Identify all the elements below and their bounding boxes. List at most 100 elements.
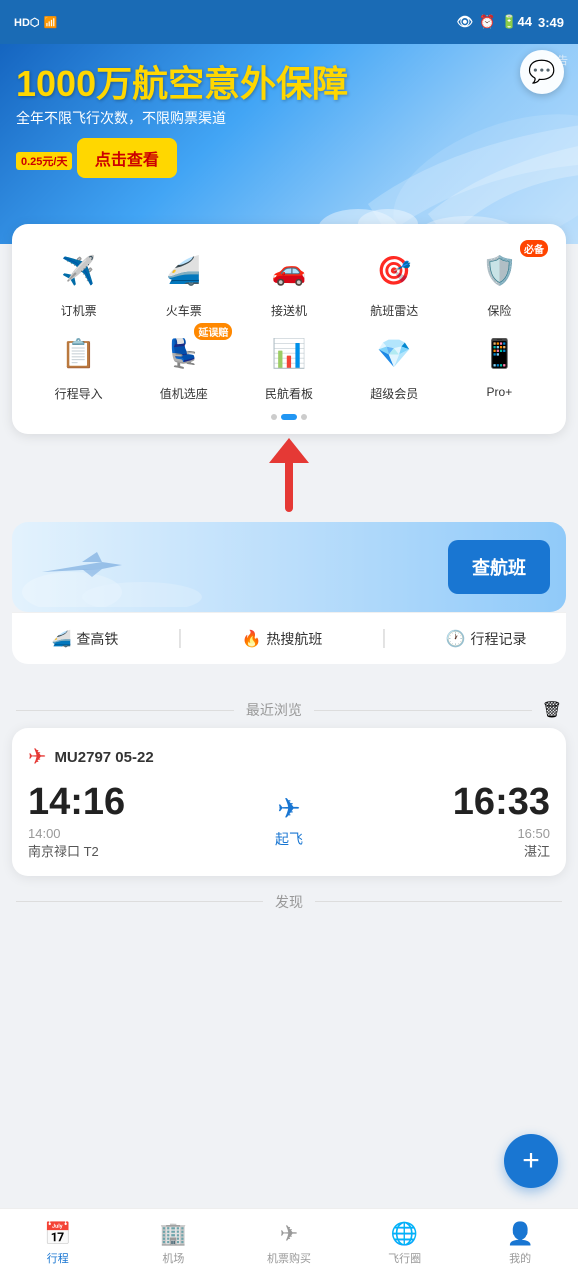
clock-icon: 🕐 [446,629,466,649]
menu-icon-grid: ✈️ 订机票 🚄 火车票 🚗 接送机 🎯 航班雷达 🛡️ 保险 必备 📋 行程导… [22,244,556,402]
menu-item-radar[interactable]: 🎯 航班雷达 [342,244,447,319]
battery-icon: 🔋44 [501,14,532,30]
insurance-label: 保险 [487,302,511,319]
separator-1: | [177,627,182,650]
mine-nav-icon: 👤 [506,1221,533,1247]
radar-label: 航班雷达 [370,302,418,319]
plus-icon: + [522,1144,540,1178]
arrival-scheduled: 16:50 [453,826,550,841]
itinerary-import-icon: 📋 [53,327,105,379]
main-menu-card: ✈️ 订机票 🚄 火车票 🚗 接送机 🎯 航班雷达 🛡️ 保险 必备 📋 行程导… [12,224,566,434]
menu-item-transfer[interactable]: 🚗 接送机 [236,244,341,319]
page-indicator [22,414,556,420]
status-carrier: HD⬡ 📶 [14,16,57,29]
recent-title: 最近浏览 [234,700,314,720]
transfer-label: 接送机 [271,302,307,319]
menu-item-itinerary-import[interactable]: 📋 行程导入 [26,327,131,402]
transfer-icon: 🚗 [263,244,315,296]
search-plane-illustration [22,537,222,607]
menu-item-checkin[interactable]: 💺 值机选座 延误赔 [131,327,236,402]
discover-section-header: 发现 [0,892,578,912]
ticket-nav-label: 机票购买 [267,1250,311,1266]
banner-cta-button[interactable]: 点击查看 [77,138,177,178]
dot-2 [281,414,297,420]
hd-icon: HD⬡ [14,16,40,29]
radar-icon: 🎯 [368,244,420,296]
recent-section-header: 最近浏览 🗑 [0,700,578,720]
menu-item-vip[interactable]: 💎 超级会员 [342,327,447,402]
train-label: 火车票 [166,302,202,319]
itinerary-nav-icon: 📅 [44,1221,71,1247]
arrival-time: 16:33 [453,782,550,824]
menu-item-train[interactable]: 🚄 火车票 [131,244,236,319]
discover-right-divider [315,901,562,902]
flight-card[interactable]: ✈ MU2797 05-22 14:16 14:00 南京禄口 T2 ✈ 起飞 … [12,728,566,876]
flights-icon: ✈️ [53,244,105,296]
menu-item-insurance[interactable]: 🛡️ 保险 必备 [447,244,552,319]
vip-icon: 💎 [368,327,420,379]
search-section: 查航班 [12,522,566,612]
nav-item-mine[interactable]: 👤 我的 [490,1221,550,1266]
vip-label: 超级会员 [370,385,418,402]
dot-1 [271,414,277,420]
banner-plane-illustration [308,84,578,244]
nav-item-airport[interactable]: 🏢 机场 [143,1221,203,1266]
itinerary-record-label: 行程记录 [470,629,526,649]
quick-link-train[interactable]: 🚄 查高铁 [51,629,118,649]
train-ql-icon: 🚄 [51,629,71,649]
flight-times: 14:16 14:00 南京禄口 T2 ✈ 起飞 16:33 16:50 湛江 [28,782,550,860]
departure-block: 14:16 14:00 南京禄口 T2 [28,782,125,860]
insurance-icon: 🛡️ [473,244,525,296]
status-bar: HD⬡ 📶 👁 ⏰ 🔋44 3:49 [0,0,578,44]
flight-plane-icon: ✈ [277,792,300,825]
delete-icon[interactable]: 🗑 [542,700,562,720]
flights-label: 订机票 [61,302,97,319]
flight-status-middle: ✈ 起飞 [275,792,303,849]
nav-item-itinerary[interactable]: 📅 行程 [28,1221,88,1266]
airport-nav-icon: 🏢 [160,1221,187,1247]
arrival-city: 湛江 [453,841,550,860]
chat-icon: 💬 [528,59,555,85]
quick-links-bar: 🚄 查高铁 | 🔥 热搜航班 | 🕐 行程记录 [12,612,566,664]
departure-time: 14:16 [28,782,125,824]
pro-label: Pro+ [487,385,513,399]
departure-scheduled: 14:00 [28,826,125,841]
airline-logo-icon: ✈ [28,744,46,770]
checkin-badge: 延误赔 [194,323,232,340]
quick-link-itinerary-record[interactable]: 🕐 行程记录 [446,629,527,649]
aviation-board-icon: 📊 [263,327,315,379]
checkin-label: 值机选座 [160,385,208,402]
left-divider [16,710,234,711]
dot-3 [301,414,307,420]
pro-icon: 📱 [473,327,525,379]
fab-add-button[interactable]: + [504,1134,558,1188]
eye-icon: 👁 [457,14,474,30]
right-divider [314,710,532,711]
menu-item-pro[interactable]: 📱 Pro+ [447,327,552,402]
chat-bubble-button[interactable]: 💬 [520,50,564,94]
status-right: 👁 ⏰ 🔋44 3:49 [457,14,564,30]
bottom-navigation: 📅 行程 🏢 机场 ✈ 机票购买 🌐 飞行圈 👤 我的 [0,1208,578,1278]
red-arrow-svg [259,438,319,518]
quick-link-hot-flights[interactable]: 🔥 热搜航班 [242,629,323,649]
search-flight-button[interactable]: 查航班 [448,540,550,594]
menu-item-aviation-board[interactable]: 📊 民航看板 [236,327,341,402]
promo-banner: 1000万航空意外保障 全年不限飞行次数，不限购票渠道 0.25元/天 点击查看… [0,44,578,244]
takeoff-status-label: 起飞 [275,829,303,849]
ticket-nav-icon: ✈ [280,1221,298,1247]
aviation-board-label: 民航看板 [265,385,313,402]
flight-header: ✈ MU2797 05-22 [28,744,550,770]
itinerary-import-label: 行程导入 [55,385,103,402]
train-ql-label: 查高铁 [76,629,118,649]
time-display: 3:49 [538,15,564,30]
insurance-badge: 必备 [520,240,548,257]
menu-item-flights[interactable]: ✈️ 订机票 [26,244,131,319]
arrow-pointer [0,438,578,518]
hot-flights-label: 热搜航班 [266,629,322,649]
banner-price: 0.25元/天 [16,152,72,170]
nav-item-flight-circle[interactable]: 🌐 飞行圈 [375,1221,435,1266]
nav-item-ticket-purchase[interactable]: ✈ 机票购买 [259,1221,319,1266]
circle-nav-icon: 🌐 [391,1221,418,1247]
signal-icon: 📶 [44,16,58,29]
mine-nav-label: 我的 [509,1250,531,1266]
